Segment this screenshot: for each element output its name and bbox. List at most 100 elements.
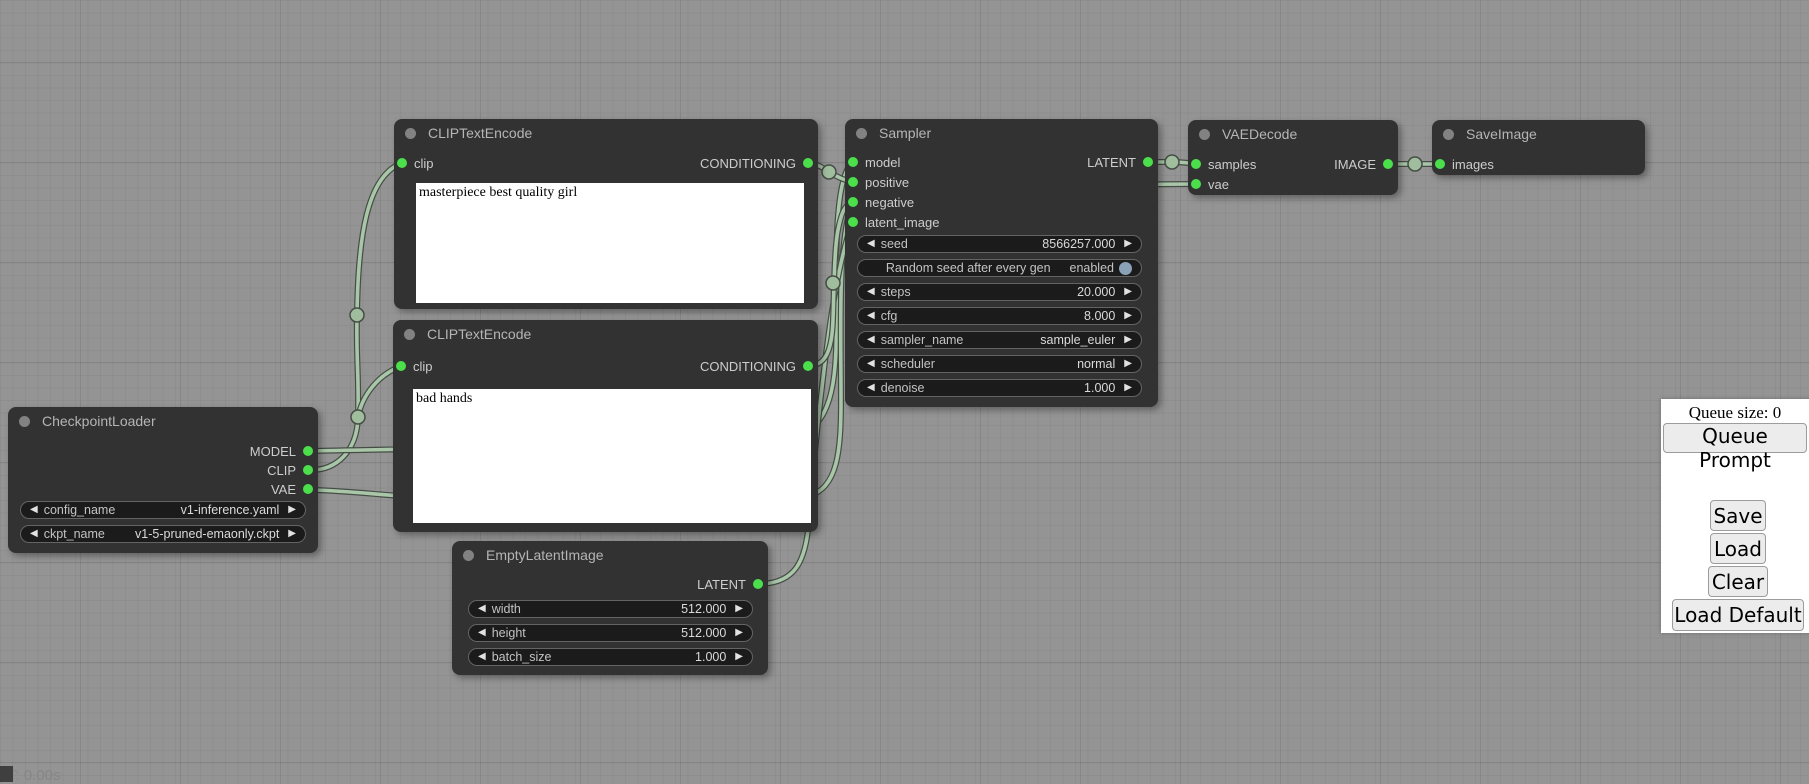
node-header[interactable]: CLIPTextEncode [394, 119, 818, 147]
node-sampler[interactable]: Sampler model positive negative latent_i… [845, 119, 1158, 407]
comfyui-canvas[interactable]: { "icons": { "left_arrow": "◀", "right_a… [0, 0, 1809, 782]
port-dot-icon[interactable] [803, 158, 813, 168]
clear-button[interactable]: Clear [1708, 566, 1768, 597]
widget-seed[interactable]: ◀ seed 8566257.000 ▶ [857, 235, 1142, 253]
widget-value[interactable]: normal [1077, 357, 1115, 371]
widget-value[interactable]: 8566257.000 [1042, 237, 1115, 251]
collapse-dot-icon[interactable] [405, 128, 416, 139]
output-port-clip[interactable]: CLIP [267, 462, 313, 478]
widget-random-seed-toggle[interactable]: Random seed after every gen enabled [857, 259, 1142, 277]
widget-batch-size[interactable]: ◀ batch_size 1.000 ▶ [468, 648, 753, 666]
increment-arrow-icon[interactable]: ▶ [1124, 359, 1132, 369]
port-dot-icon[interactable] [848, 157, 858, 167]
widget-denoise[interactable]: ◀ denoise 1.000 ▶ [857, 379, 1142, 397]
prompt-textarea[interactable]: bad hands [413, 389, 811, 523]
load-default-button[interactable]: Load Default [1672, 599, 1804, 631]
collapse-dot-icon[interactable] [463, 550, 474, 561]
port-dot-icon[interactable] [753, 579, 763, 589]
input-port-latent-image[interactable]: latent_image [848, 214, 939, 230]
widget-ckpt-name[interactable]: ◀ ckpt_name v1-5-pruned-emaonly.ckpt ▶ [20, 525, 306, 543]
increment-arrow-icon[interactable]: ▶ [735, 604, 743, 614]
node-header[interactable]: EmptyLatentImage [452, 541, 768, 569]
output-port-latent[interactable]: LATENT [1087, 154, 1153, 170]
node-clip-text-encode-negative[interactable]: CLIPTextEncode clip CONDITIONING bad han… [393, 320, 818, 532]
port-dot-icon[interactable] [303, 465, 313, 475]
decrement-arrow-icon[interactable]: ◀ [867, 359, 875, 369]
node-checkpoint-loader[interactable]: CheckpointLoader MODEL CLIP VAE ◀ config… [8, 407, 318, 553]
port-dot-icon[interactable] [1143, 157, 1153, 167]
input-port-clip[interactable]: clip [397, 155, 434, 171]
widget-scheduler[interactable]: ◀ scheduler normal ▶ [857, 355, 1142, 373]
output-port-latent[interactable]: LATENT [697, 576, 763, 592]
decrement-arrow-icon[interactable]: ◀ [30, 529, 38, 539]
output-port-conditioning[interactable]: CONDITIONING [700, 358, 813, 374]
widget-value[interactable]: v1-5-pruned-emaonly.ckpt [135, 527, 279, 541]
widget-width[interactable]: ◀ width 512.000 ▶ [468, 600, 753, 618]
widget-height[interactable]: ◀ height 512.000 ▶ [468, 624, 753, 642]
reroute-dot[interactable] [351, 410, 365, 424]
port-dot-icon[interactable] [1435, 159, 1445, 169]
toggle-circle-icon[interactable] [1119, 262, 1132, 275]
port-dot-icon[interactable] [803, 361, 813, 371]
output-port-model[interactable]: MODEL [250, 443, 313, 459]
save-button[interactable]: Save [1710, 500, 1766, 531]
decrement-arrow-icon[interactable]: ◀ [867, 335, 875, 345]
widget-config-name[interactable]: ◀ config_name v1-inference.yaml ▶ [20, 501, 306, 519]
port-dot-icon[interactable] [303, 446, 313, 456]
increment-arrow-icon[interactable]: ▶ [288, 529, 296, 539]
node-header[interactable]: SaveImage [1432, 120, 1645, 148]
widget-value[interactable]: sample_euler [1040, 333, 1115, 347]
decrement-arrow-icon[interactable]: ◀ [478, 604, 486, 614]
queue-prompt-button[interactable]: Queue Prompt [1663, 423, 1807, 453]
widget-value[interactable]: 20.000 [1077, 285, 1115, 299]
collapse-dot-icon[interactable] [1443, 129, 1454, 140]
increment-arrow-icon[interactable]: ▶ [1124, 335, 1132, 345]
decrement-arrow-icon[interactable]: ◀ [867, 239, 875, 249]
output-port-image[interactable]: IMAGE [1334, 156, 1393, 172]
prompt-textarea[interactable]: masterpiece best quality girl [416, 183, 804, 303]
increment-arrow-icon[interactable]: ▶ [1124, 311, 1132, 321]
port-dot-icon[interactable] [848, 217, 858, 227]
input-port-samples[interactable]: samples [1191, 156, 1256, 172]
port-dot-icon[interactable] [848, 177, 858, 187]
reroute-dot[interactable] [822, 165, 836, 179]
input-port-positive[interactable]: positive [848, 174, 909, 190]
node-header[interactable]: CheckpointLoader [8, 407, 318, 435]
reroute-dot[interactable] [1408, 157, 1422, 171]
decrement-arrow-icon[interactable]: ◀ [867, 311, 875, 321]
input-port-images[interactable]: images [1435, 156, 1494, 172]
node-header[interactable]: VAEDecode [1188, 120, 1398, 148]
increment-arrow-icon[interactable]: ▶ [1124, 239, 1132, 249]
widget-steps[interactable]: ◀ steps 20.000 ▶ [857, 283, 1142, 301]
input-port-vae[interactable]: vae [1191, 176, 1229, 192]
decrement-arrow-icon[interactable]: ◀ [867, 287, 875, 297]
reroute-dot[interactable] [350, 308, 364, 322]
node-clip-text-encode-positive[interactable]: CLIPTextEncode clip CONDITIONING masterp… [394, 119, 818, 309]
widget-value[interactable]: 8.000 [1084, 309, 1115, 323]
load-button[interactable]: Load [1710, 533, 1766, 564]
collapse-dot-icon[interactable] [856, 128, 867, 139]
port-dot-icon[interactable] [397, 158, 407, 168]
widget-value[interactable]: 1.000 [1084, 381, 1115, 395]
widget-value[interactable]: 512.000 [681, 626, 726, 640]
node-header[interactable]: CLIPTextEncode [393, 320, 818, 348]
decrement-arrow-icon[interactable]: ◀ [478, 652, 486, 662]
widget-value[interactable]: v1-inference.yaml [181, 503, 280, 517]
widget-cfg[interactable]: ◀ cfg 8.000 ▶ [857, 307, 1142, 325]
increment-arrow-icon[interactable]: ▶ [735, 628, 743, 638]
output-port-conditioning[interactable]: CONDITIONING [700, 155, 813, 171]
port-dot-icon[interactable] [1191, 179, 1201, 189]
collapse-dot-icon[interactable] [1199, 129, 1210, 140]
widget-value[interactable]: enabled [1070, 261, 1115, 275]
decrement-arrow-icon[interactable]: ◀ [867, 383, 875, 393]
port-dot-icon[interactable] [396, 361, 406, 371]
port-dot-icon[interactable] [1383, 159, 1393, 169]
collapse-dot-icon[interactable] [404, 329, 415, 340]
increment-arrow-icon[interactable]: ▶ [288, 505, 296, 515]
port-dot-icon[interactable] [303, 484, 313, 494]
input-port-model[interactable]: model [848, 154, 900, 170]
node-empty-latent-image[interactable]: EmptyLatentImage LATENT ◀ width 512.000 … [452, 541, 768, 675]
reroute-dot[interactable] [1165, 155, 1179, 169]
collapse-dot-icon[interactable] [19, 416, 30, 427]
output-port-vae[interactable]: VAE [271, 481, 313, 497]
